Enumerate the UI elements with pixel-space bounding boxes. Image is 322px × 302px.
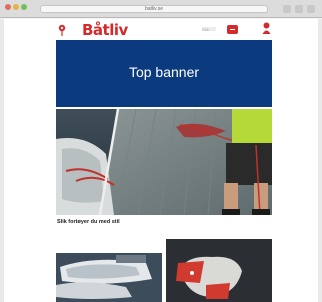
- page-gutter-right: [318, 19, 322, 302]
- top-banner-ad[interactable]: Top banner: [56, 40, 272, 107]
- card-photo-life-vest: [166, 235, 272, 302]
- top-banner-label: Top banner: [128, 64, 200, 80]
- menu-icon[interactable]: [227, 25, 238, 34]
- address-bar[interactable]: batliv.se: [40, 5, 268, 13]
- site-header: Båtliv Sök: [56, 19, 272, 39]
- minimize-window-button[interactable]: [13, 4, 19, 10]
- maximize-window-button[interactable]: [21, 4, 27, 10]
- user-icon[interactable]: [262, 22, 271, 35]
- hero-article-title[interactable]: Slik fortøyer du med stil: [57, 219, 271, 225]
- tabs-overview-button[interactable]: [307, 5, 315, 13]
- hero-photo: [56, 109, 272, 215]
- site-logo[interactable]: Båtliv: [82, 21, 128, 39]
- page-gutter-left: [0, 19, 4, 302]
- hero-article-image[interactable]: [56, 109, 272, 215]
- article-card-image[interactable]: [56, 235, 162, 302]
- article-card-image[interactable]: [166, 235, 272, 302]
- search-field[interactable]: Sök: [202, 27, 216, 32]
- close-window-button[interactable]: [5, 4, 11, 10]
- browser-toolbar: batliv.se: [0, 0, 322, 18]
- card-photo-boats: [56, 235, 162, 302]
- new-tab-button[interactable]: [295, 5, 303, 13]
- map-pin-icon[interactable]: [58, 23, 66, 36]
- share-button[interactable]: [283, 5, 291, 13]
